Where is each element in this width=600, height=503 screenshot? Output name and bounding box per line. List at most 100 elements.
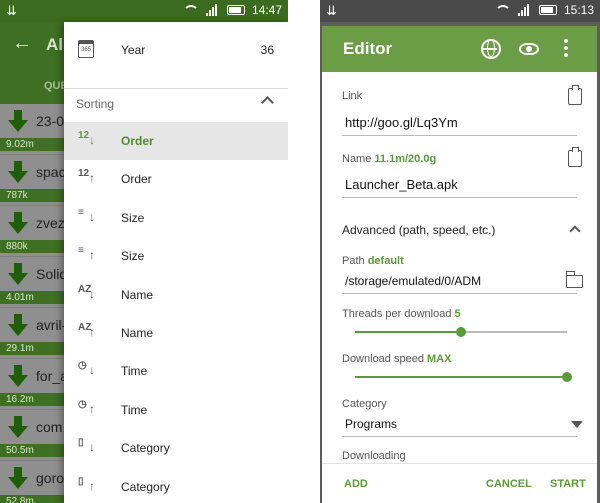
clipboard-icon[interactable] [568,85,582,105]
download-arrow-icon [8,263,28,285]
size-ascending-icon: ≡ ↓ [78,206,95,224]
calendar-icon: 365 [78,40,94,58]
download-name: 23-0 [36,113,65,129]
sort-option[interactable]: AZ ↓ Name [64,276,288,314]
download-size: 787k [0,189,64,202]
sort-option[interactable]: AZ ↑ Name [64,314,288,352]
sort-option[interactable]: ▯ ↓ Category [64,429,288,467]
name-size: 11.1m/20.0g [374,153,437,165]
threads-slider[interactable] [355,327,567,337]
sort-drawer: 365 Year 36 Sorting 12 ↓ Order 12 ↑ Order ≡ ↓ Si… [64,22,288,503]
category-select[interactable]: Programs [345,417,397,431]
chevron-up-icon[interactable] [261,96,274,109]
path-underline [342,293,577,294]
speed-slider-fill [355,376,567,378]
download-arrow-icon [8,365,28,387]
year-count: 36 [260,43,274,57]
status-time: 15:13 [563,3,594,17]
speed-slider[interactable] [355,372,572,382]
downloading-label: Downloading [342,450,406,462]
sort-option[interactable]: ◷ ↑ Time [64,391,288,429]
download-name: com [36,419,63,435]
eye-icon[interactable] [519,43,539,55]
speed-slider-thumb[interactable] [562,372,572,382]
download-name: Solid [36,266,68,282]
advanced-label: Advanced (path, speed, etc.) [342,223,496,237]
year-row[interactable]: 365 Year 36 [64,22,288,78]
download-arrow-icon [8,467,28,489]
sort-option-label: Name [121,287,154,302]
time-descending-icon: ◷ ↑ [78,398,95,416]
dropdown-arrow-icon[interactable] [571,421,583,428]
left-screen: ⇊ 14:47 ← Al QUE 23-0 9.02m spac 787k zvez 88… [0,0,288,503]
dialog-actions: ADD CANCEL START [322,463,597,503]
status-time: 14:47 [251,3,282,17]
download-size: 50.5m [0,444,64,457]
sorting-header[interactable]: Sorting [64,90,288,122]
order-ascending-icon: 12 ↓ [78,130,95,147]
name-ascending-icon: AZ ↓ [78,283,95,301]
sort-option[interactable]: ◷ ↓ Time [64,352,288,390]
download-arrow-icon [8,416,28,438]
sort-option-label: Order [121,134,154,148]
status-bar: ⇊ 14:47 [0,0,288,22]
sort-option[interactable]: 12 ↑ Order [64,160,288,198]
download-size: 9.02m [0,138,64,151]
category-ascending-icon: ▯ ↓ [78,437,95,455]
sort-option[interactable]: ▯ ↑ Category [64,468,288,503]
folder-icon[interactable] [565,271,583,288]
back-arrow-icon[interactable]: ← [12,32,32,55]
path-field[interactable]: /storage/emulated/0/ADM [345,274,481,288]
sort-option-label: Category [121,441,170,456]
more-vert-icon[interactable] [564,39,568,59]
category-underline [342,436,577,437]
globe-icon[interactable] [481,39,501,59]
sort-option[interactable]: 12 ↓ Order [64,122,288,160]
download-status-icon: ⇊ [6,3,17,18]
speed-label: Download speed MAX [342,353,452,365]
threads-slider-thumb[interactable] [456,327,466,337]
link-label: Link [342,90,363,102]
download-size: 16.2m [0,393,64,406]
sort-option[interactable]: ≡ ↑ Size [64,237,288,275]
editor-toolbar: Editor [322,26,597,72]
time-ascending-icon: ◷ ↓ [78,360,95,378]
battery-icon [226,5,245,15]
download-size: 4.01m [0,291,64,304]
download-status-icon: ⇊ [326,3,337,18]
download-name: avril- [36,317,67,333]
name-label: Name 11.1m/20.0g [342,153,437,165]
editor-dialog: Editor Link http://goo.gl/Lq3Ym Name 11.… [322,26,597,503]
download-name: spac [36,164,66,180]
editor-title: Editor [343,39,393,58]
path-label: Path default [342,255,404,267]
battery-icon [538,5,557,15]
wifi-icon [494,5,511,15]
start-button[interactable]: START [550,478,586,490]
name-field[interactable]: Launcher_Beta.apk [345,177,458,192]
signal-icon [517,4,532,16]
sort-option-label: Name [121,326,154,340]
signal-icon [205,4,220,16]
sort-option-label: Time [121,402,148,417]
sort-option-label: Time [121,364,148,379]
sort-option-label: Category [121,479,170,494]
clipboard-icon[interactable] [568,147,582,167]
sort-option-label: Order [121,172,152,187]
status-bar: ⇊ 15:13 [320,0,600,22]
download-arrow-icon [8,314,28,336]
category-label: Category [342,398,387,410]
order-descending-icon: 12 ↑ [78,168,95,186]
link-field[interactable]: http://goo.gl/Lq3Ym [345,115,458,130]
sort-option-label: Size [121,249,145,264]
add-button[interactable]: ADD [344,478,368,490]
name-underline [342,197,577,198]
download-arrow-icon [8,161,28,183]
sort-option[interactable]: ≡ ↓ Size [64,199,288,237]
divider [64,88,288,89]
download-name: goro [36,470,65,486]
download-size: 29.1m [0,342,64,355]
cancel-button[interactable]: CANCEL [486,478,532,490]
link-underline [342,135,577,136]
chevron-up-icon[interactable] [569,225,581,237]
